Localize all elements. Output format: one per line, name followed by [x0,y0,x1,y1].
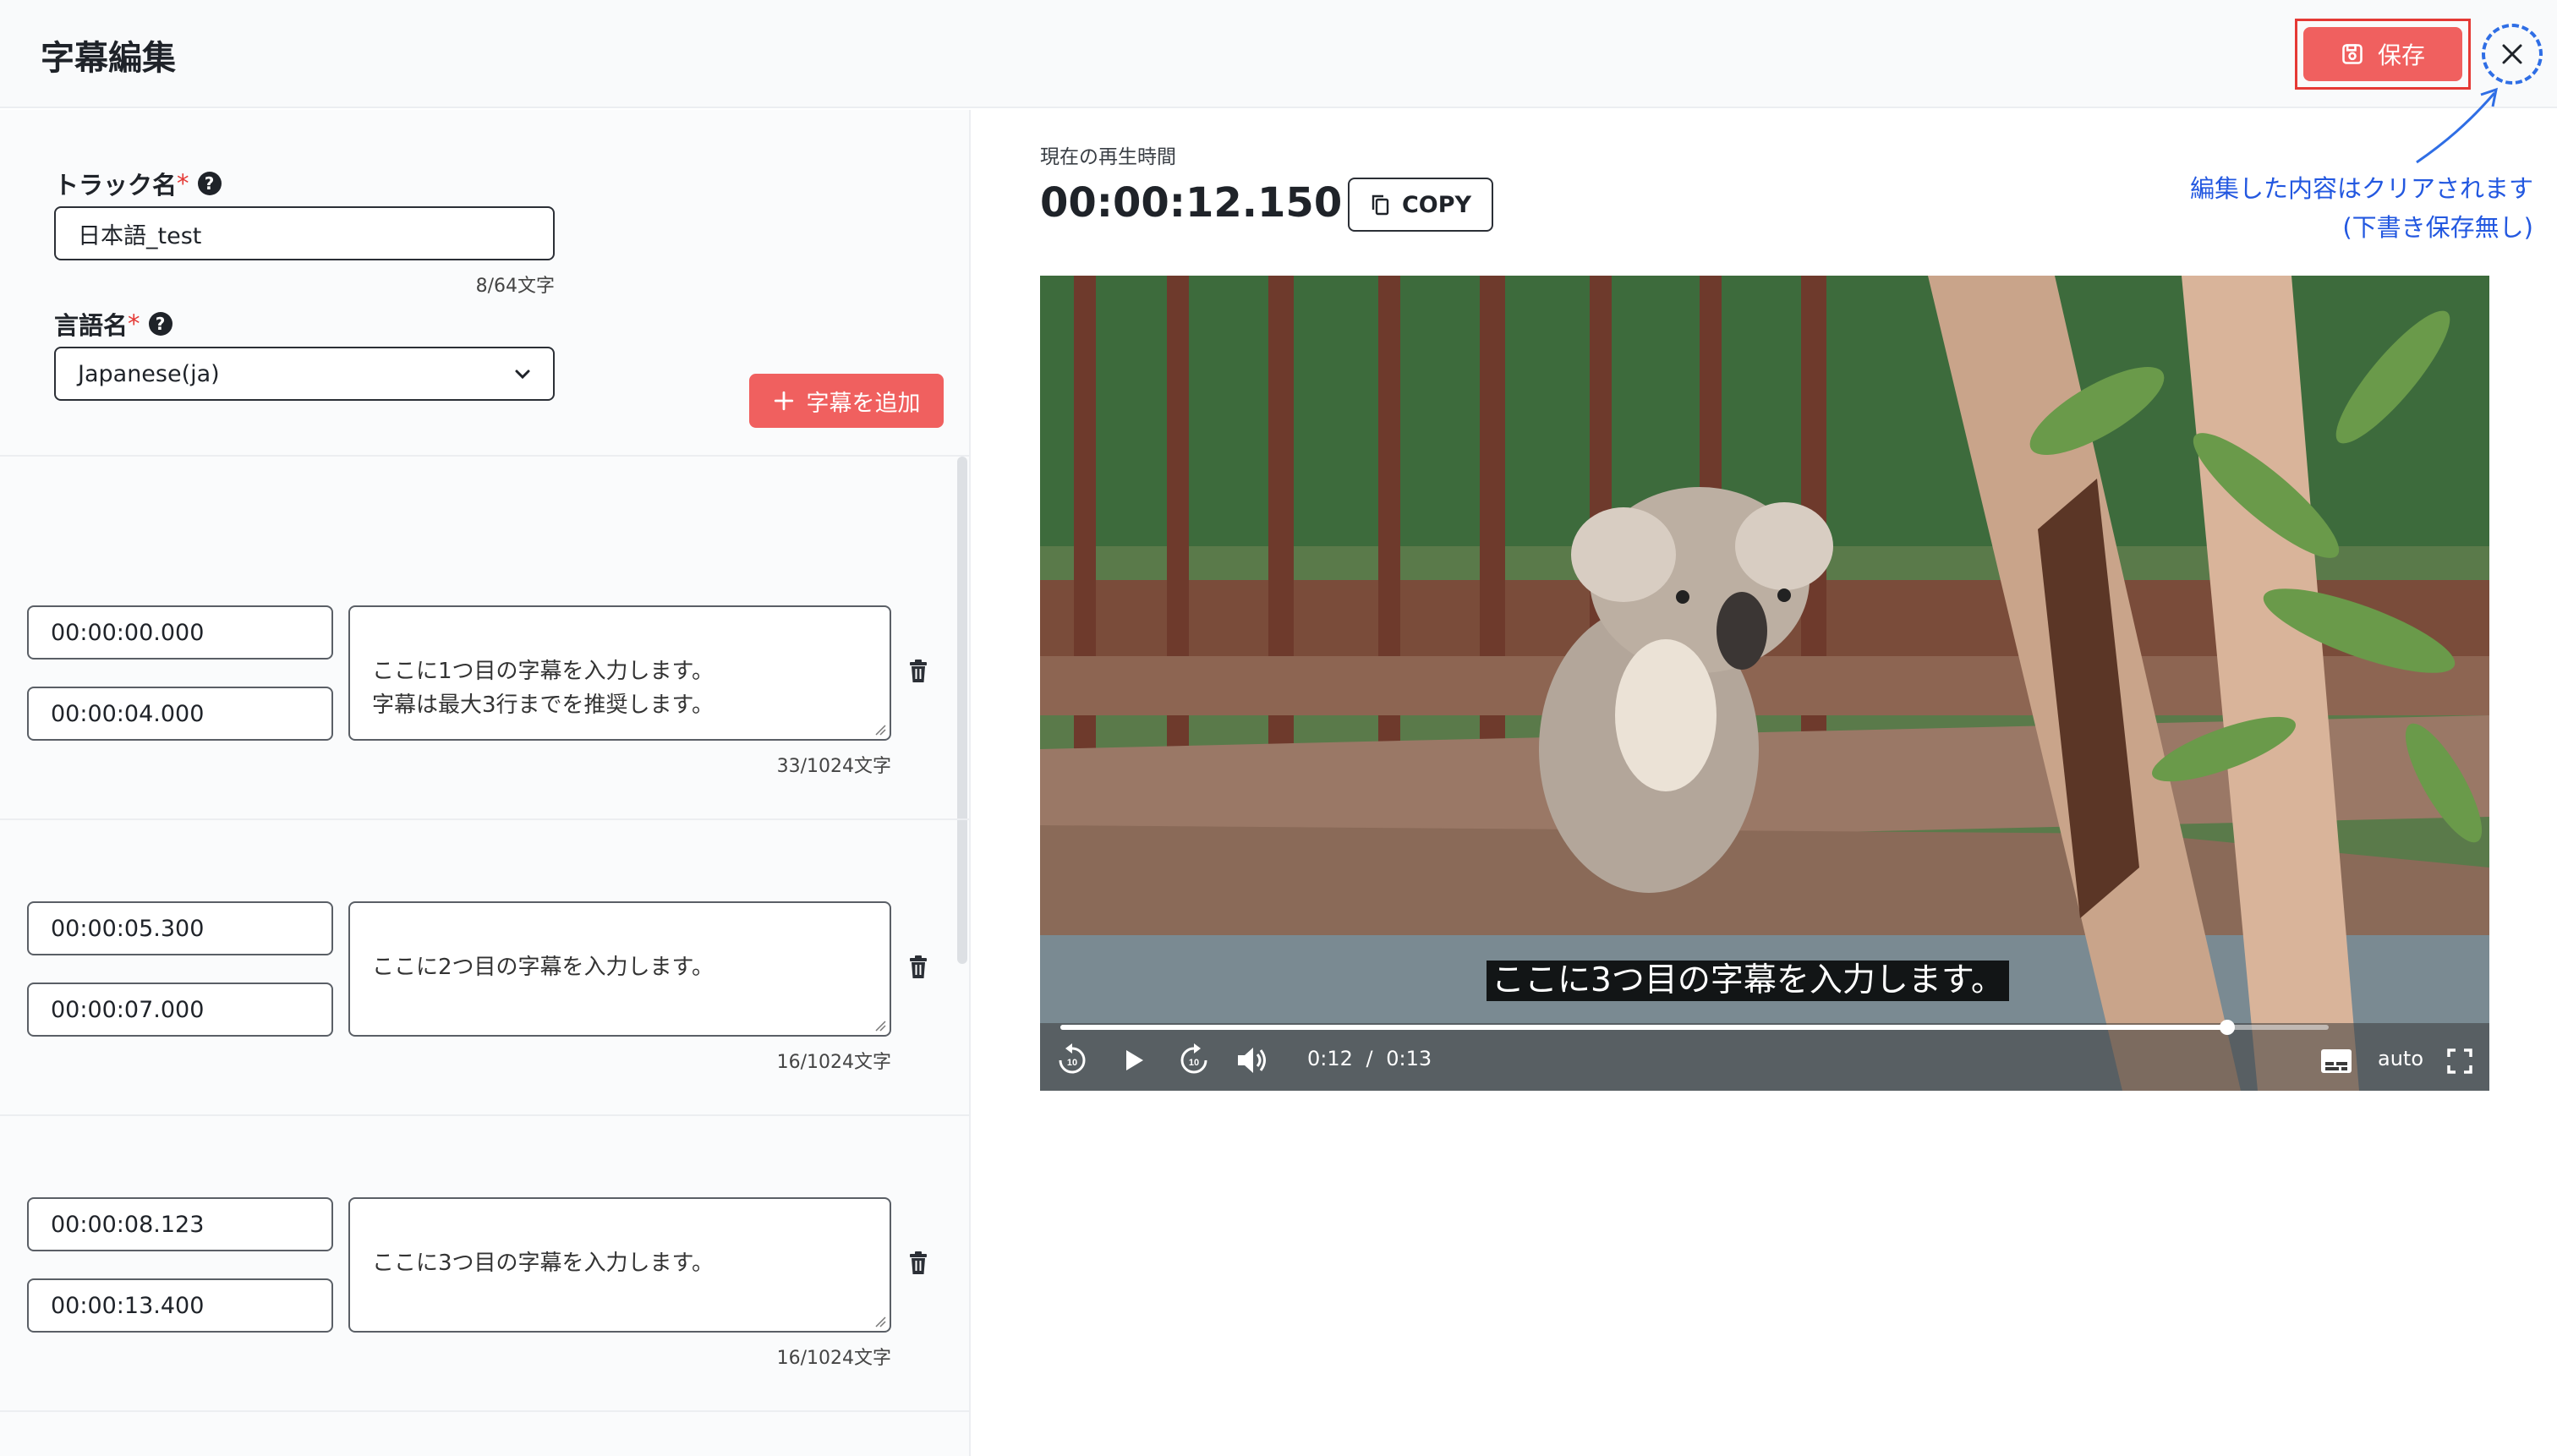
video-caption: ここに3つ目の字幕を入力します。 [1487,961,2009,1001]
progress-fill [1060,1025,2227,1030]
end-time-value: 00:00:13.400 [51,1292,205,1319]
row-divider [0,1410,969,1412]
language-label: 言語名 * ? [54,306,172,342]
language-select-value: Japanese(ja) [78,360,220,387]
subtitle-text-input[interactable]: ここに2つ目の字幕を入力します。 [348,901,891,1037]
start-time-value: 00:00:00.000 [51,619,205,646]
subtitle-text-value: ここに1つ目の字幕を入力します。 字幕は最大3行までを推奨します。 [372,659,714,718]
track-name-label: トラック名 * ? [54,166,222,201]
add-subtitle-label: 字幕を追加 [806,390,921,417]
annotation-arrow [2416,87,2498,164]
subtitle-text-value: ここに2つ目の字幕を入力します。 [372,955,714,980]
end-time-input[interactable]: 00:00:13.400 [27,1278,333,1333]
forward-10-icon[interactable]: 10 [1177,1043,1211,1077]
resize-handle-icon[interactable] [874,1316,886,1327]
start-time-value: 00:00:05.300 [51,915,205,942]
add-subtitle-button[interactable]: 字幕を追加 [749,374,944,428]
track-name-counter: 8/64文字 [475,276,555,297]
trash-icon[interactable] [908,660,928,683]
resize-handle-icon[interactable] [874,1020,886,1032]
current-time-value: 00:00:12.150 [1040,179,1343,227]
subtitle-text-input[interactable]: ここに3つ目の字幕を入力します。 [348,1197,891,1333]
required-mark: * [177,169,189,198]
end-time-input[interactable]: 00:00:07.000 [27,983,333,1037]
progress-bar[interactable] [1060,1020,2329,1035]
subtitle-counter: 33/1024文字 [776,756,891,777]
close-annotation: 編集した内容はクリアされます (下書き保存無し) [2190,169,2533,247]
copy-button[interactable]: COPY [1348,178,1493,232]
track-name-label-text: トラック名 [54,171,178,200]
plus-icon [774,391,793,411]
play-icon[interactable] [1120,1047,1147,1074]
copy-icon [1372,194,1389,216]
current-time-label: 現在の再生時間 [1040,146,1176,168]
track-name-input[interactable]: 日本語_test [54,206,555,260]
elapsed-time: 0:12 [1307,1047,1353,1070]
row-divider [0,818,969,820]
end-time-value: 00:00:04.000 [51,700,205,727]
track-name-value: 日本語_test [78,222,202,249]
forward-seconds: 10 [1189,1058,1199,1068]
time-display: 0:12 / 0:13 [1307,1047,1432,1070]
progress-thumb[interactable] [2220,1020,2235,1035]
help-icon[interactable]: ? [148,312,172,336]
start-time-input[interactable]: 00:00:08.123 [27,1197,333,1251]
volume-icon[interactable] [1236,1045,1268,1076]
save-button[interactable]: 保存 [2303,27,2462,81]
rewind-10-icon[interactable]: 10 [1055,1043,1089,1077]
help-icon[interactable]: ? [197,172,222,195]
annotation-line-2: (下書き保存無し) [2342,213,2533,242]
subtitle-text-input[interactable]: ここに1つ目の字幕を入力します。 字幕は最大3行までを推奨します。 [348,605,891,741]
captions-icon[interactable] [2320,1048,2352,1074]
page-title: 字幕編集 [41,39,176,78]
save-button-label: 保存 [2377,41,2425,69]
quality-selector[interactable]: auto [2378,1047,2423,1070]
header-bar: 字幕編集 [0,0,2557,108]
duration-time: 0:13 [1386,1047,1432,1070]
language-label-text: 言語名 [54,311,129,340]
fullscreen-icon[interactable] [2447,1048,2472,1074]
section-divider [0,455,969,457]
trash-icon[interactable] [908,955,928,979]
required-mark: * [128,309,140,338]
end-time-value: 00:00:07.000 [51,996,205,1023]
trash-icon[interactable] [908,1251,928,1275]
time-separator: / [1366,1047,1373,1070]
start-time-input[interactable]: 00:00:00.000 [27,605,333,660]
rewind-seconds: 10 [1067,1058,1077,1068]
end-time-input[interactable]: 00:00:04.000 [27,687,333,741]
subtitle-text-value: ここに3つ目の字幕を入力します。 [372,1251,714,1276]
row-divider [0,1114,969,1116]
close-icon [2502,44,2522,64]
copy-button-label: COPY [1401,191,1472,218]
annotation-line-1: 編集した内容はクリアされます [2189,174,2533,203]
language-select[interactable]: Japanese(ja) [54,347,555,401]
subtitle-counter: 16/1024文字 [776,1348,891,1369]
chevron-down-icon [515,369,530,380]
resize-handle-icon[interactable] [874,724,886,736]
start-time-input[interactable]: 00:00:05.300 [27,901,333,955]
subtitle-counter: 16/1024文字 [776,1052,891,1073]
close-button[interactable] [2482,24,2543,85]
start-time-value: 00:00:08.123 [51,1211,205,1238]
scrollbar[interactable] [957,457,967,964]
floppy-disk-icon [2342,44,2363,64]
